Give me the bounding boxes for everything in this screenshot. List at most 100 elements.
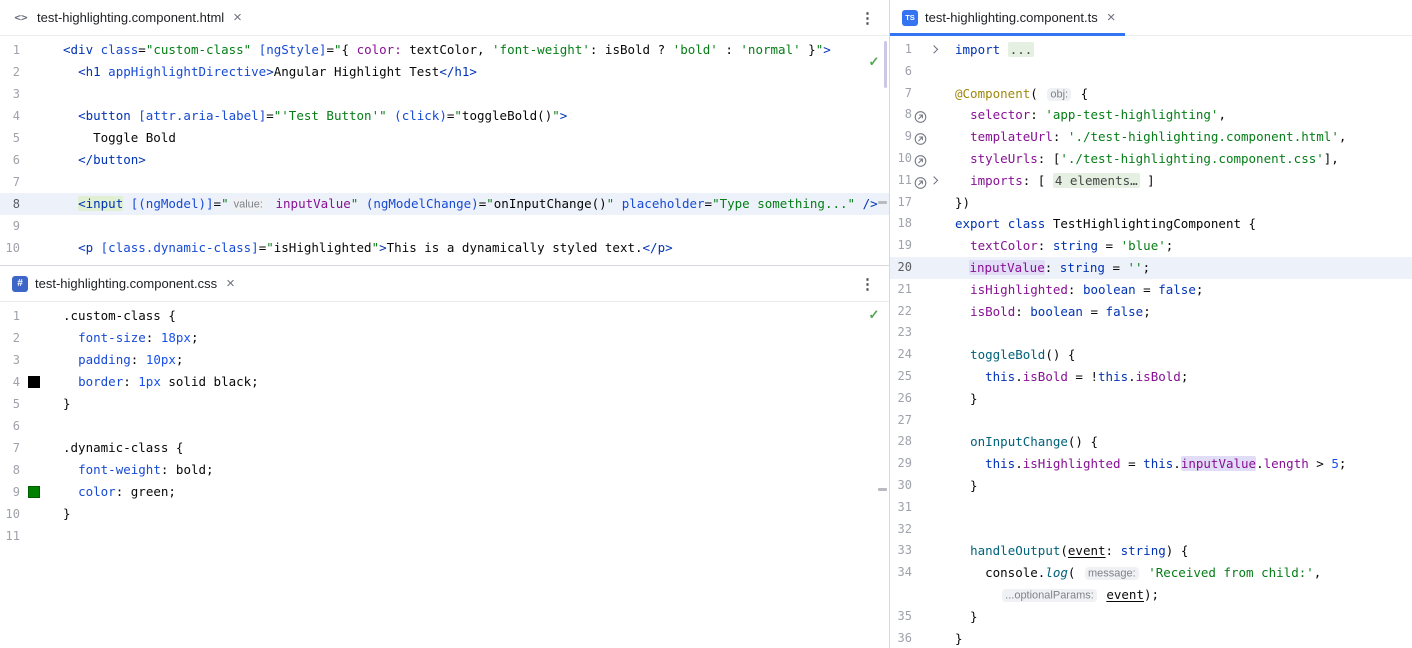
code-editor-ts[interactable]: 1import ...67@Component( obj: {8 selecto… [890, 37, 1412, 648]
code-token: inputValue [276, 196, 351, 211]
code-token [955, 369, 985, 384]
code-text: @Component( obj: { [955, 83, 1088, 105]
editor-splitter-vertical[interactable] [889, 0, 890, 648]
code-token: ( [1030, 86, 1045, 101]
gutter [912, 257, 938, 279]
code-text: import ... [955, 39, 1034, 61]
code-token: : [ [1038, 151, 1061, 166]
gutter [912, 497, 938, 519]
code-text: <div class="custom-class" [ngStyle]="{ c… [63, 39, 831, 61]
gutter [912, 453, 938, 475]
code-line: 23 [890, 322, 1412, 344]
code-line: 5 Toggle Bold [0, 127, 889, 149]
code-text: } [955, 606, 978, 628]
editor-splitter-horizontal[interactable] [0, 265, 889, 266]
code-token: [(ngModel)] [131, 196, 214, 211]
tab-html-file[interactable]: <> test-highlighting.component.html × [0, 0, 252, 35]
code-token: 'app-test-highlighting' [1045, 107, 1218, 122]
code-text: } [955, 628, 963, 648]
code-token: ; [1339, 456, 1347, 471]
code-line: 32 [890, 519, 1412, 541]
code-token [955, 565, 985, 580]
gutter [912, 410, 938, 432]
code-token: . [1128, 369, 1136, 384]
code-token: = [266, 108, 274, 123]
code-token: > [379, 240, 387, 255]
code-token: imports [970, 173, 1023, 188]
code-line: 6 </button> [0, 149, 889, 171]
code-token: () { [1045, 347, 1075, 362]
tab-ts-file[interactable]: TS test-highlighting.component.ts × [890, 0, 1125, 35]
scrollbar-thumb[interactable] [884, 41, 887, 88]
line-number: 30 [890, 475, 912, 497]
caret-stripe-mark[interactable] [878, 201, 887, 204]
code-token [63, 196, 78, 211]
more-options-icon[interactable]: ⋮ [860, 275, 889, 293]
code-token: textColor, [402, 42, 492, 57]
gutter [20, 237, 42, 259]
code-token: isHighlighted [274, 240, 372, 255]
code-text: <input [(ngModel)]="value: inputValue" (… [63, 193, 878, 215]
code-token [955, 347, 970, 362]
code-token: string [1121, 543, 1166, 558]
code-token: </button> [78, 152, 146, 167]
related-symbol-icon[interactable] [914, 131, 927, 144]
code-token: border [78, 374, 123, 389]
fold-chevron-icon[interactable] [930, 176, 938, 184]
folded-region[interactable]: 4 elements… [1053, 173, 1140, 188]
line-number: 25 [890, 366, 912, 388]
gutter [912, 235, 938, 257]
code-token: : [116, 484, 131, 499]
code-line: 17}) [890, 192, 1412, 214]
folded-region[interactable]: ... [1008, 42, 1035, 57]
related-symbol-icon[interactable] [914, 174, 927, 187]
gutter [20, 349, 42, 371]
code-token [268, 196, 276, 211]
code-editor-html[interactable]: 1<div class="custom-class" [ngStyle]="{ … [0, 37, 889, 265]
gutter [912, 606, 938, 628]
tab-css-file[interactable]: # test-highlighting.component.css × [0, 266, 245, 301]
code-token: . [1015, 369, 1023, 384]
caret-stripe-mark[interactable] [878, 488, 887, 491]
code-token: inputValue [1181, 456, 1256, 471]
code-editor-css[interactable]: 1.custom-class {2 font-size: 18px;3 padd… [0, 303, 889, 648]
code-line: 20 inputValue: string = ''; [890, 257, 1412, 279]
line-number: 7 [890, 83, 912, 105]
more-options-icon[interactable]: ⋮ [860, 9, 889, 27]
color-swatch-icon[interactable] [28, 376, 40, 388]
gutter [912, 628, 938, 648]
inspections-ok-icon[interactable]: ✓ [867, 307, 881, 323]
line-number: 23 [890, 322, 912, 344]
gutter [912, 148, 938, 170]
code-line: 9 color: green; [0, 481, 889, 503]
code-token: = [1105, 260, 1128, 275]
inspections-ok-icon[interactable]: ✓ [867, 54, 881, 70]
line-number [890, 584, 912, 606]
color-swatch-icon[interactable] [28, 486, 40, 498]
related-symbol-icon[interactable] [914, 109, 927, 122]
related-symbol-icon[interactable] [914, 152, 927, 165]
line-number: 4 [0, 105, 20, 127]
tab-title: test-highlighting.component.css [35, 276, 217, 291]
close-tab-icon[interactable]: × [226, 276, 235, 291]
code-token: , [1339, 129, 1347, 144]
code-token: isHighlighted [1023, 456, 1121, 471]
code-token: ( [1068, 565, 1083, 580]
close-tab-icon[interactable]: × [1107, 10, 1116, 25]
line-number: 34 [890, 562, 912, 584]
code-token: false [1106, 304, 1144, 319]
gutter [912, 170, 938, 192]
code-token: : [1030, 107, 1045, 122]
code-token: './test-highlighting.component.css' [1060, 151, 1323, 166]
line-number: 35 [890, 606, 912, 628]
line-number: 9 [0, 215, 20, 237]
code-token: Toggle Bold [63, 130, 176, 145]
code-token: ], [1324, 151, 1339, 166]
fold-chevron-icon[interactable] [930, 45, 938, 53]
code-text: font-weight: bold; [63, 459, 214, 481]
gutter [912, 366, 938, 388]
close-tab-icon[interactable]: × [233, 10, 242, 25]
line-number: 17 [890, 192, 912, 214]
gutter [912, 322, 938, 344]
code-text: color: green; [63, 481, 176, 503]
